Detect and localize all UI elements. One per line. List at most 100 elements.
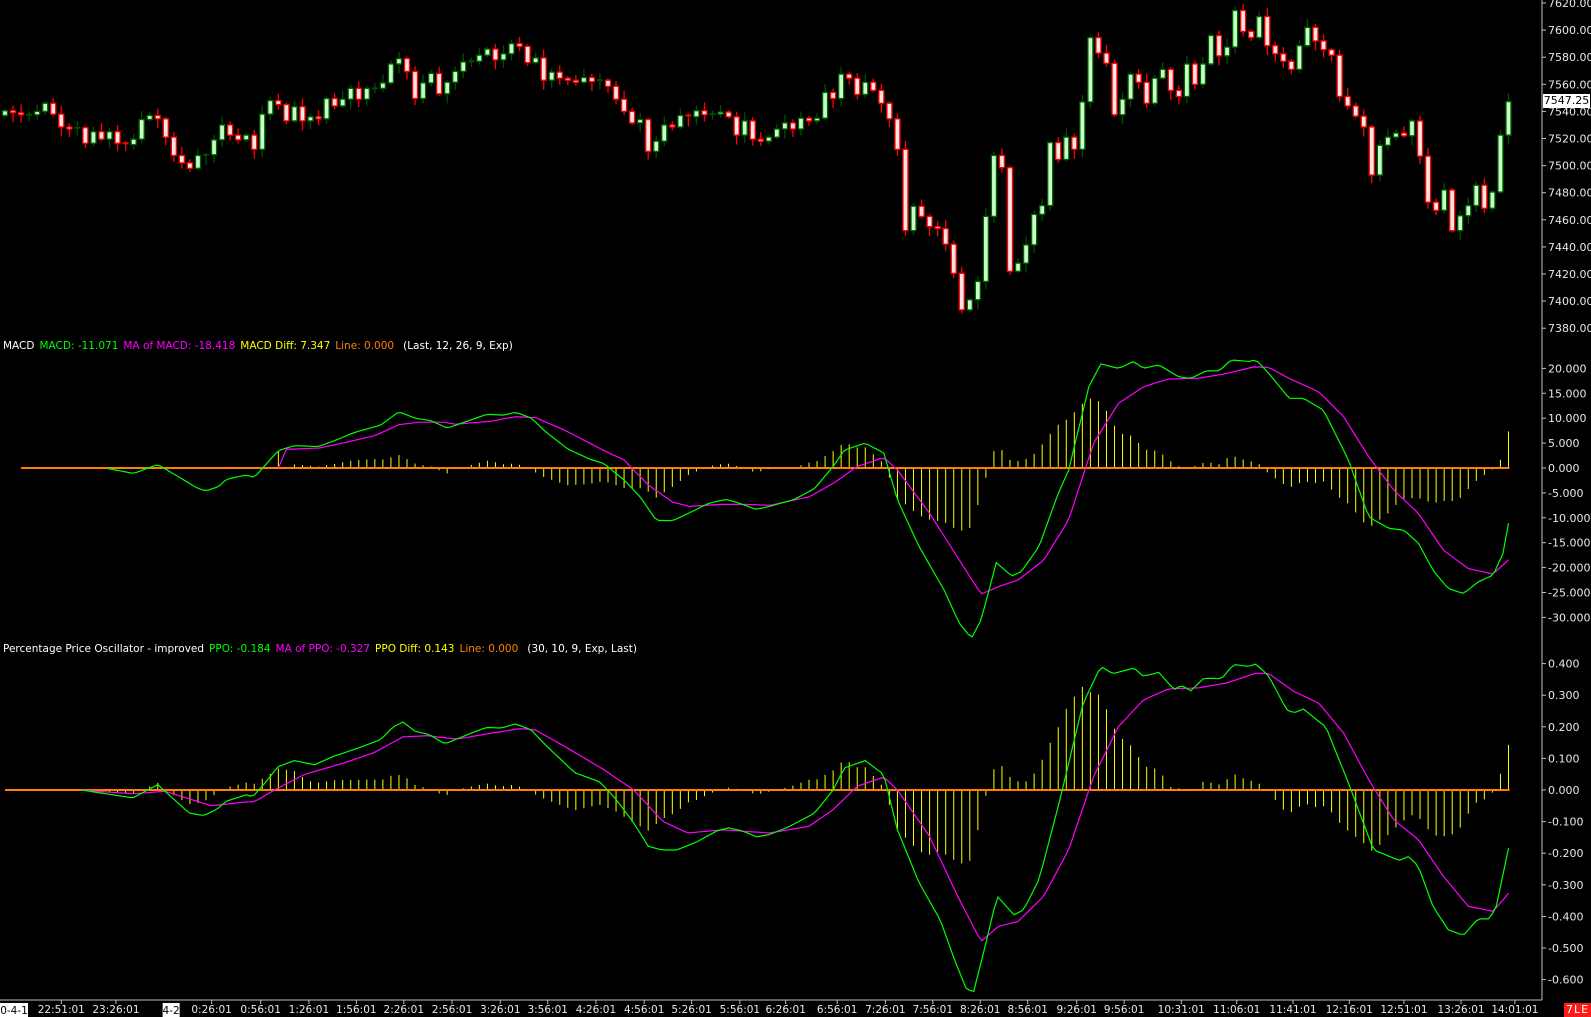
candle-body [235, 134, 242, 141]
candle-body [974, 280, 981, 301]
candle-down [564, 76, 571, 86]
candle-body [894, 118, 901, 150]
candle-up [693, 105, 700, 125]
candle-up [1030, 210, 1038, 253]
candle-body [878, 89, 885, 104]
time-axis[interactable]: 22:51:01 23:26:01 0:26:01 0:56:01 1:26:01 1:5… [0, 1000, 1538, 1017]
candle-body [299, 106, 306, 122]
candle-down [829, 88, 837, 109]
candle-up [797, 111, 805, 136]
candle-body [106, 131, 113, 140]
candle-body [460, 61, 467, 73]
candle-down [588, 73, 596, 92]
candle-up [781, 114, 789, 139]
candle-down [186, 159, 194, 172]
candle-down [604, 78, 612, 93]
candle-body [1006, 166, 1014, 272]
candle-body [444, 81, 451, 95]
candle-body [170, 136, 177, 157]
candle-up [1, 108, 9, 118]
candle-body [918, 205, 925, 218]
candle-body [508, 43, 515, 55]
candle-down [170, 131, 177, 162]
candle-up [1465, 197, 1472, 224]
candle-body [427, 72, 435, 84]
macd-axis-label: -5.000 [1548, 487, 1583, 500]
candle-body [532, 57, 539, 64]
candle-up [982, 208, 990, 290]
ppo-axis[interactable]: 0.400 0.300 0.200 0.100 0.000 -0.100 -0.200 -0.… [1542, 658, 1583, 987]
ppo-axis-label: 0.400 [1548, 658, 1580, 671]
candle-body [339, 98, 346, 107]
candle-body [1416, 120, 1424, 157]
candle-body [403, 57, 411, 73]
candle-down [98, 123, 105, 142]
candle-down [846, 72, 853, 85]
candle-down [1055, 137, 1062, 164]
candle-body [749, 120, 756, 140]
candle-up [371, 83, 378, 94]
candle-body [218, 124, 226, 141]
candle-down [942, 220, 949, 251]
candle-body [1111, 62, 1118, 116]
candle-up [218, 116, 226, 147]
candle-down [1111, 59, 1118, 117]
candle-body [1264, 15, 1271, 47]
macd-legend-params: (Last, 12, 26, 9, Exp) [403, 340, 513, 352]
price-axis[interactable]: 7620.007600.007580.007560.007540.007520.… [1542, 0, 1591, 335]
candle-down [114, 124, 121, 152]
candle-body [789, 122, 797, 130]
candle-up [532, 52, 539, 65]
candle-body [1127, 73, 1134, 100]
candle-up [773, 123, 780, 140]
candle-down [669, 121, 676, 131]
candle-body [1039, 204, 1046, 216]
macd-legend-line: Line: 0.000 [335, 340, 395, 352]
candle-up [291, 101, 298, 123]
candle-body [1135, 73, 1142, 83]
candle-body [1175, 89, 1182, 98]
candle-down [275, 93, 282, 110]
candle-down [299, 98, 306, 131]
ppo-legend-diff: PPO Diff: 0.143 [375, 643, 455, 655]
candle-body [1449, 189, 1456, 232]
candle-body [733, 116, 740, 136]
macd-axis[interactable]: 20.000 15.000 10.000 5.000 0.000 -5.000 -10.00… [1542, 362, 1590, 649]
candle-down [1328, 47, 1335, 62]
ppo-panel[interactable] [5, 663, 1510, 993]
trading-chart[interactable]: 7620.007600.007580.007560.007540.007520.… [0, 0, 1591, 1017]
candle-up [427, 69, 435, 87]
candle-body [797, 117, 805, 130]
candle-body [886, 102, 893, 120]
candle-body [243, 134, 250, 141]
candle-body [34, 110, 41, 116]
candle-body [307, 116, 314, 122]
candle-body [1368, 126, 1375, 176]
candle-body [524, 45, 531, 64]
candle-body [1296, 45, 1303, 71]
candle-up [387, 60, 395, 85]
candle-body [934, 225, 941, 230]
candle-down [66, 123, 73, 138]
price-panel[interactable] [1, 3, 1512, 314]
candle-down [524, 44, 531, 67]
candle-body [42, 102, 49, 113]
time-label: 23:26:01 [92, 1004, 139, 1016]
candle-up [444, 80, 451, 104]
candle-down [1175, 85, 1182, 105]
candle-body [1167, 68, 1174, 92]
candle-down [50, 98, 57, 117]
candle-body [604, 79, 612, 87]
candle-down [1071, 133, 1078, 159]
candle-body [331, 97, 338, 107]
ppo-legend-params: (30, 10, 9, Exp, Last) [527, 643, 637, 655]
candle-body [1497, 134, 1504, 193]
time-label: 14:01:01 [1491, 1004, 1538, 1016]
candle-down [403, 56, 411, 80]
candle-body [1360, 115, 1367, 128]
candle-down [355, 81, 362, 108]
candle-body [395, 57, 403, 65]
candle-up [1207, 33, 1215, 66]
macd-panel[interactable] [21, 359, 1510, 638]
time-label: 13:26:01 [1437, 1004, 1484, 1016]
